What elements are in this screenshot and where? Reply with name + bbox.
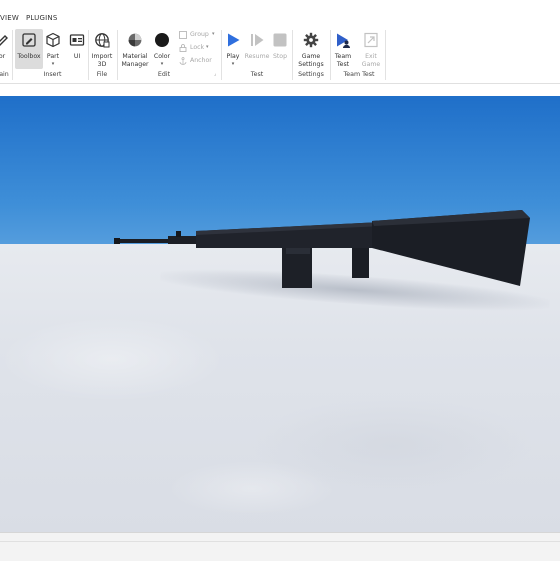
ribbon-toolbar: or ain Toolbox Part ▾ UI Insert Import 3… [0,27,560,84]
globe-icon [95,33,110,48]
group-label-test: Test [250,71,264,78]
resume-icon [251,34,264,46]
rifle-front-sight-block [168,236,198,244]
rifle-muzzle [114,238,120,244]
group-label-file: File [96,71,108,78]
group-button[interactable]: Group ▾ [179,30,219,42]
lock-icon [179,44,187,52]
exit-game-line1: Exit [365,53,377,60]
divider [12,30,13,80]
color-icon [155,33,169,47]
exit-game-line2: Game [361,61,381,68]
group-label: Group [190,31,209,38]
color-label: Color ▾ [140,53,184,67]
rifle-model[interactable] [110,204,540,294]
rifle-barrel [116,239,168,243]
ribbon-tab-strip: VIEW PLUGINS [0,0,560,27]
group-label-edit: Edit [157,71,171,78]
game-settings-line2: Settings [298,61,324,68]
ui-icon [69,34,85,46]
divider [385,30,386,80]
stop-icon [273,33,287,47]
exit-game-button[interactable]: Exit Game [355,29,387,69]
group-label-insert: Insert [43,71,62,78]
import-3d-line1: Import [91,53,113,60]
tab-view[interactable]: VIEW [0,14,19,22]
chevron-down-icon: ▾ [160,61,164,67]
3d-viewport[interactable] [0,96,560,532]
color-text: Color [153,53,171,60]
game-settings-line1: Game [301,53,321,60]
exit-game-label: Exit Game [349,53,393,69]
rifle-magazine-lip [286,248,310,254]
group-label-left: ain [0,71,9,78]
rifle-front-sight [176,231,181,237]
toolbox-icon [22,33,36,47]
team-test-icon [337,33,350,48]
divider [0,541,560,542]
anchor-icon [179,57,187,65]
editor-icon [0,35,8,46]
chevron-down-icon: ▾ [212,31,215,37]
import-3d-line2: 3D [97,61,107,68]
lock-label: Lock [190,44,205,51]
group-icon [179,31,187,39]
bottom-panel-edge [0,532,560,561]
group-label-settings: Settings [298,71,324,78]
tab-plugins[interactable]: PLUGINS [26,14,57,22]
expand-corner-icon[interactable]: ⌟ [214,71,216,77]
group-label-team-test: Team Test [343,71,375,78]
color-button[interactable]: Color ▾ [146,29,178,69]
exit-game-icon [364,32,378,48]
cube-icon [46,32,60,48]
material-icon [128,33,142,47]
play-icon [228,33,240,47]
anchor-label: Anchor [190,57,212,64]
gear-icon [303,32,319,48]
chevron-down-icon: ▾ [206,44,209,50]
rifle-grip [352,248,369,278]
team-test-line2: Test [336,61,350,68]
